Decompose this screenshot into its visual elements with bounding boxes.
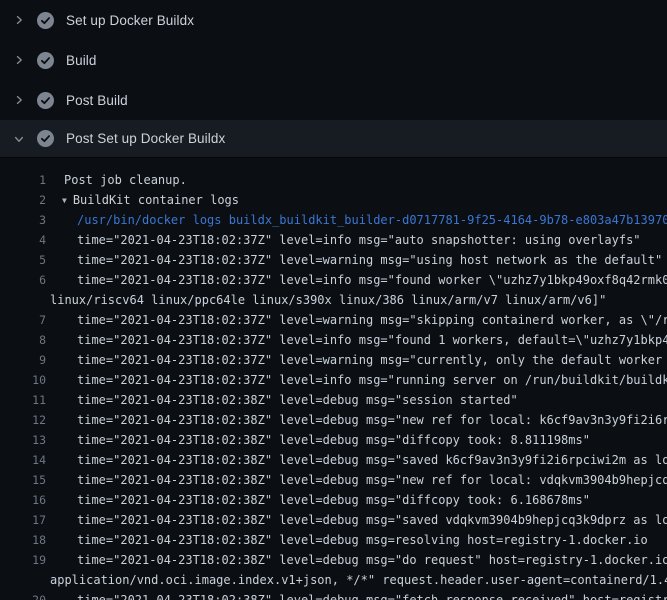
- log-line-number[interactable]: 7: [0, 310, 46, 330]
- log-line-text: application/vnd.oci.image.index.v1+json,…: [0, 570, 667, 590]
- log-line-number[interactable]: 19: [0, 550, 46, 570]
- log-line: 18time="2021-04-23T18:02:38Z" level=debu…: [0, 530, 667, 550]
- triangle-down-icon: ▼: [62, 191, 67, 210]
- log-line-number[interactable]: 8: [0, 330, 46, 350]
- log-line-number[interactable]: 15: [0, 470, 46, 490]
- log-line: 9time="2021-04-23T18:02:37Z" level=warni…: [0, 350, 667, 370]
- log-line: 5time="2021-04-23T18:02:37Z" level=warni…: [0, 250, 667, 270]
- log-line-number[interactable]: 20: [0, 590, 46, 600]
- log-line: 19time="2021-04-23T18:02:38Z" level=debu…: [0, 550, 667, 570]
- check-circle-icon: [37, 130, 54, 147]
- log-line: 7time="2021-04-23T18:02:37Z" level=warni…: [0, 310, 667, 330]
- step-row-set-up-docker-buildx[interactable]: Set up Docker Buildx: [0, 0, 667, 40]
- log-line-text: time="2021-04-23T18:02:38Z" level=debug …: [0, 390, 667, 410]
- log-line: 12time="2021-04-23T18:02:38Z" level=debu…: [0, 410, 667, 430]
- log-line: 17time="2021-04-23T18:02:38Z" level=debu…: [0, 510, 667, 530]
- log-line-text: time="2021-04-23T18:02:38Z" level=debug …: [0, 430, 667, 450]
- log-line-text: time="2021-04-23T18:02:38Z" level=debug …: [0, 530, 667, 550]
- step-label: Set up Docker Buildx: [66, 13, 194, 28]
- log-line-text: time="2021-04-23T18:02:38Z" level=debug …: [0, 450, 667, 470]
- check-circle-icon: [37, 92, 54, 109]
- log-line: 15time="2021-04-23T18:02:38Z" level=debu…: [0, 470, 667, 490]
- log-line-text: time="2021-04-23T18:02:37Z" level=info m…: [0, 270, 667, 290]
- step-label: Build: [66, 53, 97, 68]
- log-line-text: time="2021-04-23T18:02:37Z" level=info m…: [0, 230, 667, 250]
- log-line: 16time="2021-04-23T18:02:38Z" level=debu…: [0, 490, 667, 510]
- log-line-number[interactable]: 4: [0, 230, 46, 250]
- log-line-number[interactable]: 11: [0, 390, 46, 410]
- check-circle-icon: [37, 52, 54, 69]
- log-line-text: time="2021-04-23T18:02:38Z" level=debug …: [0, 550, 667, 570]
- log-line-text: /usr/bin/docker logs buildx_buildkit_bui…: [0, 210, 667, 230]
- log-line-number[interactable]: 13: [0, 430, 46, 450]
- log-line-text: Post job cleanup.: [0, 170, 667, 190]
- step-row-build[interactable]: Build: [0, 40, 667, 80]
- log-line: 1Post job cleanup.: [0, 170, 667, 190]
- log-line: 10time="2021-04-23T18:02:37Z" level=info…: [0, 370, 667, 390]
- log-line: linux/riscv64 linux/ppc64le linux/s390x …: [0, 290, 667, 310]
- log-line-number[interactable]: 2: [0, 190, 46, 210]
- log-line-text: time="2021-04-23T18:02:37Z" level=info m…: [0, 370, 667, 390]
- log-line-text: time="2021-04-23T18:02:38Z" level=debug …: [0, 410, 667, 430]
- log-line-text: time="2021-04-23T18:02:38Z" level=debug …: [0, 470, 667, 490]
- log-panel: 1Post job cleanup.2▼BuildKit container l…: [0, 158, 667, 600]
- log-line: 4time="2021-04-23T18:02:37Z" level=info …: [0, 230, 667, 250]
- log-line-number[interactable]: 9: [0, 350, 46, 370]
- step-label: Post Build: [66, 93, 128, 108]
- step-row-post-build[interactable]: Post Build: [0, 80, 667, 120]
- log-line-text: time="2021-04-23T18:02:38Z" level=debug …: [0, 590, 667, 600]
- log-line-text: time="2021-04-23T18:02:37Z" level=info m…: [0, 330, 667, 350]
- log-line-text: time="2021-04-23T18:02:37Z" level=warnin…: [0, 310, 667, 330]
- log-line: 11time="2021-04-23T18:02:38Z" level=debu…: [0, 390, 667, 410]
- log-line: 14time="2021-04-23T18:02:38Z" level=debu…: [0, 450, 667, 470]
- log-line-number[interactable]: 18: [0, 530, 46, 550]
- log-line-text: linux/riscv64 linux/ppc64le linux/s390x …: [0, 290, 667, 310]
- log-line-text: time="2021-04-23T18:02:38Z" level=debug …: [0, 490, 667, 510]
- log-line-text: time="2021-04-23T18:02:38Z" level=debug …: [0, 510, 667, 530]
- log-line-number[interactable]: 16: [0, 490, 46, 510]
- chevron-right-icon: [12, 53, 26, 67]
- log-line-number[interactable]: 17: [0, 510, 46, 530]
- log-line: 3/usr/bin/docker logs buildx_buildkit_bu…: [0, 210, 667, 230]
- chevron-right-icon: [12, 93, 26, 107]
- log-line: 6time="2021-04-23T18:02:37Z" level=info …: [0, 270, 667, 290]
- log-line: 8time="2021-04-23T18:02:37Z" level=info …: [0, 330, 667, 350]
- log-line: application/vnd.oci.image.index.v1+json,…: [0, 570, 667, 590]
- log-line-number[interactable]: 14: [0, 450, 46, 470]
- chevron-down-icon: [12, 132, 26, 146]
- steps-list: Set up Docker Buildx Build Post Build Post …: [0, 0, 667, 158]
- log-line-number[interactable]: 3: [0, 210, 46, 230]
- log-group-row[interactable]: 2▼BuildKit container logs: [0, 190, 667, 210]
- log-line-text: time="2021-04-23T18:02:37Z" level=warnin…: [0, 350, 667, 370]
- log-line-number[interactable]: 10: [0, 370, 46, 390]
- log-line-number[interactable]: 6: [0, 270, 46, 290]
- log-line-text: ▼BuildKit container logs: [0, 190, 667, 210]
- log-line: 20time="2021-04-23T18:02:38Z" level=debu…: [0, 590, 667, 600]
- log-line-number[interactable]: 12: [0, 410, 46, 430]
- check-circle-icon: [37, 12, 54, 29]
- log-line: 13time="2021-04-23T18:02:38Z" level=debu…: [0, 430, 667, 450]
- chevron-right-icon: [12, 13, 26, 27]
- log-line-number[interactable]: 5: [0, 250, 46, 270]
- step-label: Post Set up Docker Buildx: [66, 131, 225, 146]
- step-row-post-set-up-docker-buildx[interactable]: Post Set up Docker Buildx: [0, 120, 667, 158]
- log-line-text: time="2021-04-23T18:02:37Z" level=warnin…: [0, 250, 667, 270]
- log-line-number[interactable]: 1: [0, 170, 46, 190]
